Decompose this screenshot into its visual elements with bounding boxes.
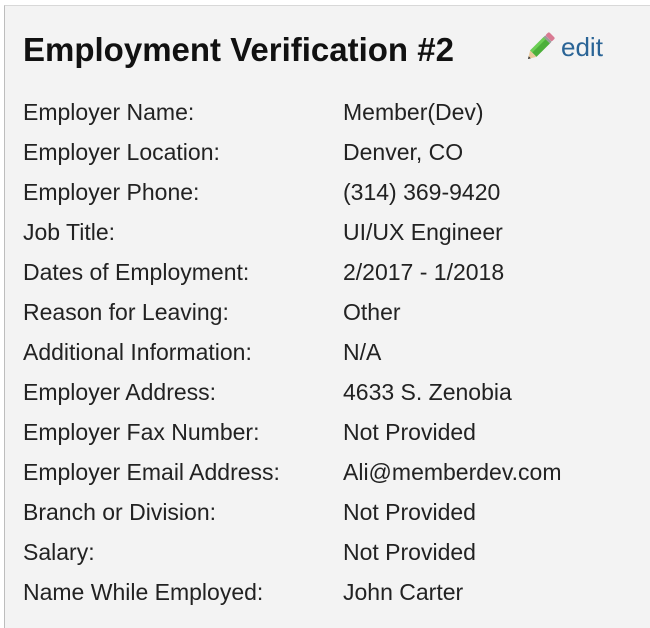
field-label: Employer Email Address:	[23, 458, 280, 485]
field-row: Employer Phone: (314) 369-9420	[23, 172, 643, 212]
field-label: Salary:	[23, 538, 95, 565]
field-label: Employer Name:	[23, 98, 195, 125]
field-list: Employer Name: Member(Dev) Employer Loca…	[23, 92, 643, 612]
pencil-icon	[523, 30, 561, 64]
field-value: (314) 369-9420	[343, 178, 501, 205]
field-value: 4633 S. Zenobia	[343, 378, 512, 405]
field-label: Employer Fax Number:	[23, 418, 260, 445]
field-value: Other	[343, 298, 401, 325]
field-label: Employer Location:	[23, 138, 220, 165]
field-value: Member(Dev)	[343, 98, 484, 125]
field-value: Denver, CO	[343, 138, 464, 165]
field-label: Additional Information:	[23, 338, 252, 365]
field-row: Additional Information: N/A	[23, 332, 643, 372]
field-row: Employer Location: Denver, CO	[23, 132, 643, 172]
card-title: Employment Verification #2	[23, 31, 454, 68]
field-row: Name While Employed: John Carter	[23, 572, 643, 612]
employment-verification-card: Employment Verification #2 edit Employer…	[4, 5, 650, 628]
field-label: Branch or Division:	[23, 498, 217, 525]
field-row: Salary: Not Provided	[23, 532, 643, 572]
field-row: Employer Email Address: Ali@memberdev.co…	[23, 452, 643, 492]
field-row: Dates of Employment: 2/2017 - 1/2018	[23, 252, 643, 292]
field-value: N/A	[343, 338, 382, 365]
field-value: Not Provided	[343, 538, 476, 565]
field-label: Dates of Employment:	[23, 258, 250, 285]
field-row: Branch or Division: Not Provided	[23, 492, 643, 532]
field-value: Not Provided	[343, 498, 476, 525]
field-value: John Carter	[343, 578, 464, 605]
field-label: Job Title:	[23, 218, 116, 245]
field-value: UI/UX Engineer	[343, 218, 503, 245]
field-row: Employer Fax Number: Not Provided	[23, 412, 643, 452]
field-label: Reason for Leaving:	[23, 298, 229, 325]
field-row: Reason for Leaving: Other	[23, 292, 643, 332]
field-row: Job Title: UI/UX Engineer	[23, 212, 643, 252]
field-label: Name While Employed:	[23, 578, 264, 605]
field-value: Not Provided	[343, 418, 476, 445]
field-row: Employer Address: 4633 S. Zenobia	[23, 372, 643, 412]
field-value: Ali@memberdev.com	[343, 458, 562, 485]
field-value: 2/2017 - 1/2018	[343, 258, 505, 285]
field-label: Employer Address:	[23, 378, 217, 405]
field-row: Employer Name: Member(Dev)	[23, 92, 643, 132]
edit-link[interactable]: edit	[523, 30, 603, 64]
edit-label: edit	[561, 31, 603, 62]
field-label: Employer Phone:	[23, 178, 200, 205]
